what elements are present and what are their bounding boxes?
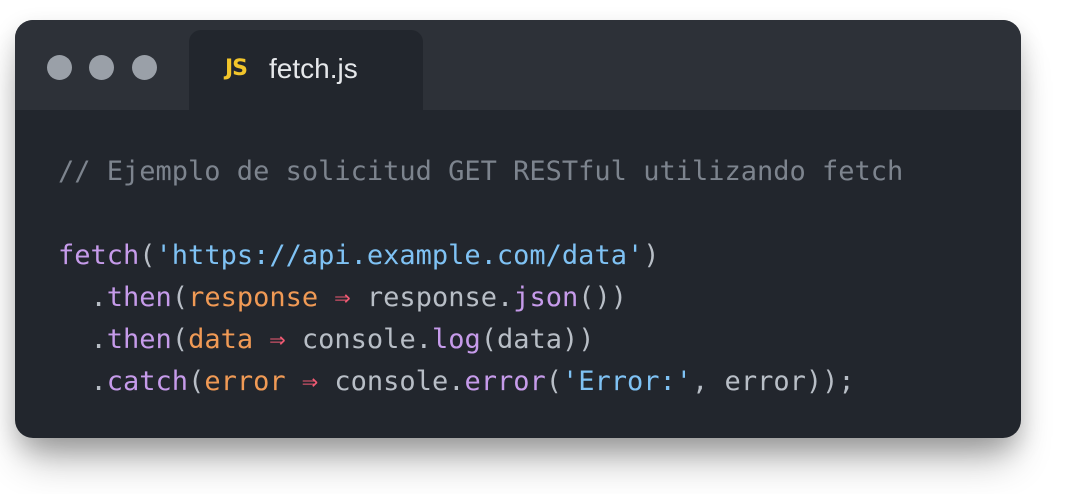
title-bar: JS fetch.js [15,20,1021,110]
code-line-then-2: .then(data ⇒ console.log(data)) [58,319,903,361]
close-window-button[interactable] [47,55,72,80]
code-token-object: response. [366,282,514,313]
code-token-punct: . [58,324,107,355]
tab-label: fetch.js [269,53,358,84]
code-token-punct: ( [139,240,156,271]
code-token-call: json [513,282,579,313]
code-token-object: console. [301,324,432,355]
maximize-window-button[interactable] [132,55,157,80]
code-token-punct: . [58,366,107,397]
code-token-arrow: ⇒ [269,324,286,355]
code-token-method: catch [106,366,189,397]
code-token-arrow: ⇒ [301,366,319,397]
code-token-punct: , error)); [692,366,855,397]
code-token-punct: ( [188,366,205,397]
code-line-fetch: fetch('https://api.example.com/data') [58,235,903,277]
code-token-punct: ( [171,282,189,313]
code-line-then-1: .then(response ⇒ response.json()) [58,277,903,319]
code-token-punct: ) [643,240,660,271]
code-comment: // Ejemplo de solicitud GET RESTful util… [58,156,904,187]
code-token-method: then [106,324,172,355]
code-token-method: then [106,282,172,313]
code-token-param: error [204,366,286,397]
minimize-window-button[interactable] [89,55,114,80]
code-token-call: error [464,366,546,397]
code-token-punct: . [58,282,107,313]
code-token-punct: (data)) [480,324,595,355]
code-token-call: log [431,324,481,355]
code-token-param: data [188,324,254,355]
code-token-punct: ( [545,366,562,397]
code-window: JS fetch.js // Ejemplo de solicitud GET … [15,20,1021,438]
code-token-punct: ( [171,324,189,355]
code-line-catch: .catch(error ⇒ console.error('Error:', e… [58,361,903,403]
code-token-function: fetch [58,240,140,271]
code-line-comment: // Ejemplo de solicitud GET RESTful util… [58,151,903,193]
code-token-object: console. [334,366,465,397]
code-token-string: 'https://api.example.com/data' [155,240,644,271]
tab-fetch-js[interactable]: JS fetch.js [189,30,423,110]
code-token-param: response [188,282,319,313]
javascript-icon: JS [225,56,248,81]
code-token-arrow: ⇒ [334,282,351,313]
code-token-string: 'Error:' [562,366,693,397]
code-token-punct: ()) [578,282,628,313]
code-editor[interactable]: // Ejemplo de solicitud GET RESTful util… [58,151,903,403]
